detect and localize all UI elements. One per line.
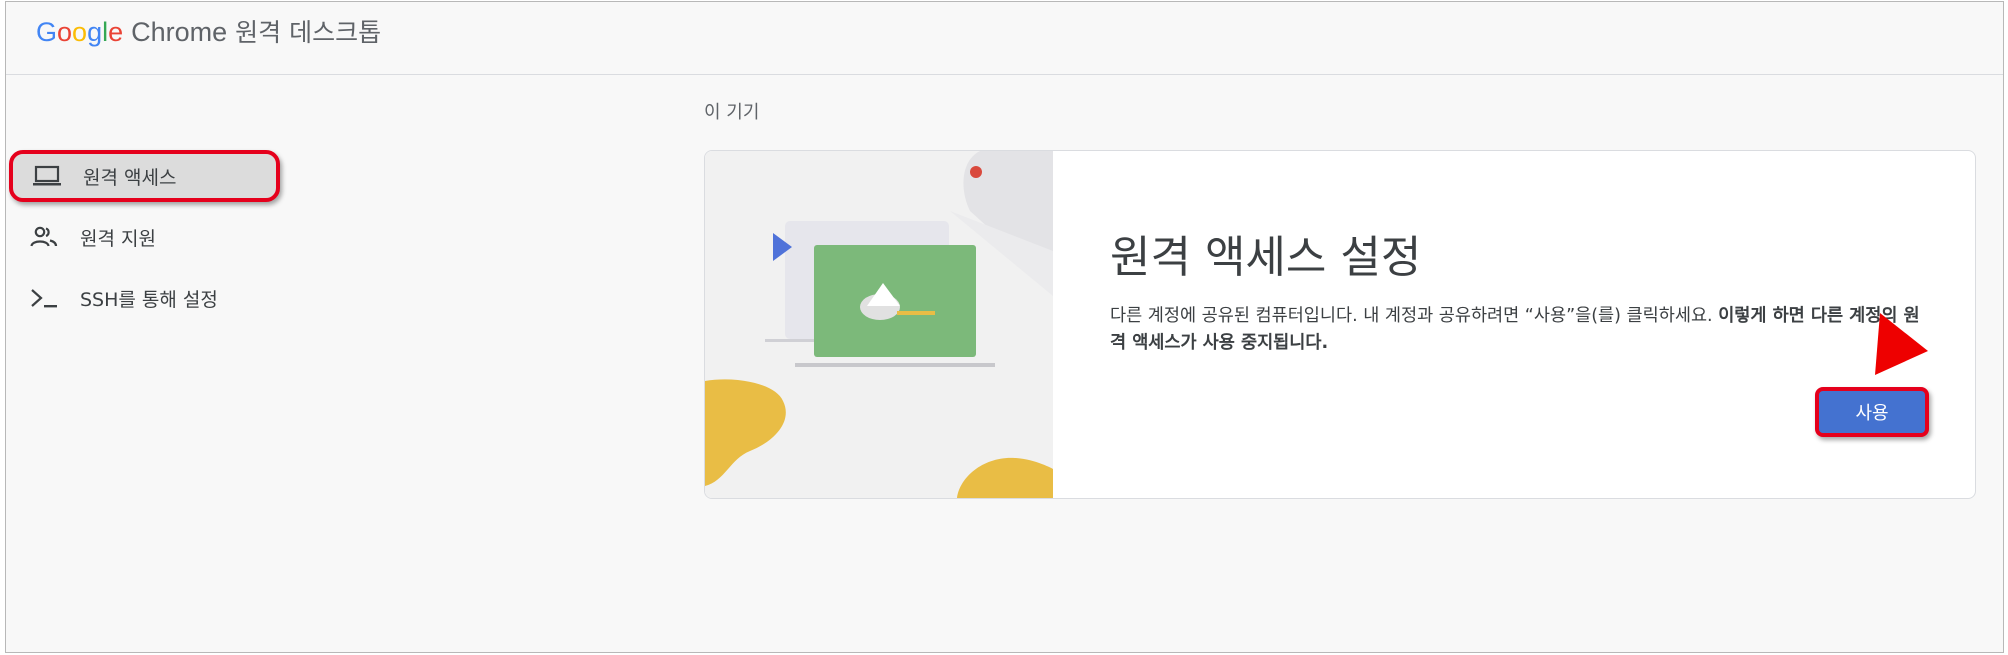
use-button-label: 사용 <box>1819 391 1925 433</box>
logo-letter: o <box>57 17 73 47</box>
terminal-icon <box>30 284 58 312</box>
description-text: 다른 계정에 공유된 컴퓨터입니다. 내 계정과 공유하려면 “사용”을(를) … <box>1110 306 1719 326</box>
sidebar-item-label: SSH를 통해 설정 <box>80 288 218 311</box>
pointer-arrow-icon <box>1875 313 1928 375</box>
google-wordmark: Google <box>36 17 123 47</box>
sidebar-item-label: 원격 지원 <box>80 227 156 250</box>
app-window: Google Chrome 원격 데스크톱 원격 액세스 원격 지원 SSH를 통해… <box>5 1 2004 653</box>
logo-letter: g <box>87 17 103 47</box>
people-icon <box>30 223 58 251</box>
header: Google Chrome 원격 데스크톱 <box>6 2 2003 75</box>
laptop-icon <box>33 162 61 190</box>
card-description: 다른 계정에 공유된 컴퓨터입니다. 내 계정과 공유하려면 “사용”을(를) … <box>1110 303 1930 357</box>
logo-chrome-text: Chrome <box>131 17 228 47</box>
sidebar-item-label: 원격 액세스 <box>83 166 177 189</box>
section-title: 이 기기 <box>704 102 760 123</box>
sidebar-item-ssh-setup[interactable]: SSH를 통해 설정 <box>6 272 281 324</box>
card-title: 원격 액세스 설정 <box>1110 232 1422 283</box>
sidebar-item-remote-access[interactable]: 원격 액세스 <box>9 150 280 202</box>
use-button[interactable]: 사용 <box>1815 387 1929 437</box>
logo-letter: o <box>72 17 88 47</box>
logo-letter: G <box>36 17 58 47</box>
logo-letter: e <box>108 17 124 47</box>
remote-access-setup-card: 원격 액세스 설정 다른 계정에 공유된 컴퓨터입니다. 내 계정과 공유하려면… <box>704 150 1976 499</box>
app-logo[interactable]: Google Chrome 원격 데스크톱 <box>36 13 381 52</box>
product-name: 원격 데스크톱 <box>235 18 382 47</box>
sidebar-item-remote-support[interactable]: 원격 지원 <box>6 211 281 263</box>
setup-illustration <box>705 151 1053 498</box>
